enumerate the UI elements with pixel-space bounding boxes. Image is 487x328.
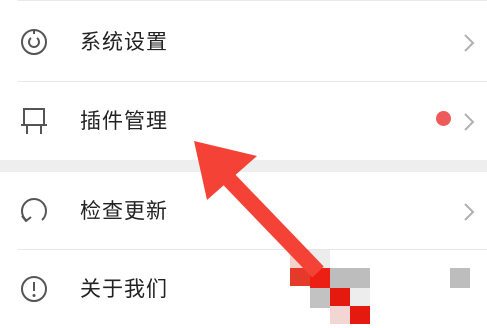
annotation-arrow [194,141,324,278]
arrow-icon [194,141,324,278]
